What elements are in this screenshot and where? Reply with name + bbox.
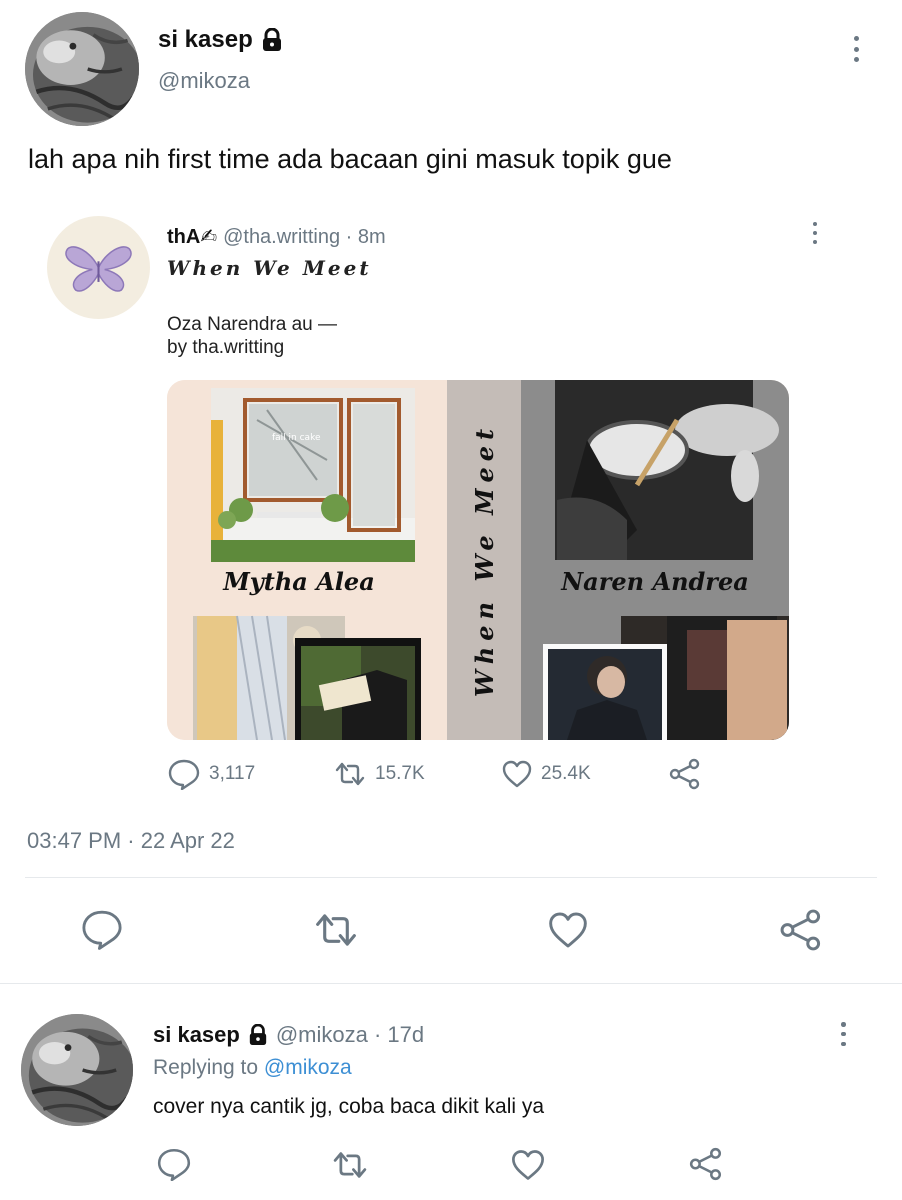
divider	[25, 877, 877, 878]
retweet-icon	[333, 1152, 367, 1178]
reply-handle-time: @mikoza · 17d	[275, 1022, 425, 1047]
reply-retweet-button[interactable]	[330, 1149, 370, 1186]
comment-icon	[82, 910, 122, 950]
tweet-timestamp[interactable]: 03:47 PM · 22 Apr 22	[27, 828, 235, 854]
comment-icon	[168, 759, 200, 790]
heart-icon	[512, 1150, 544, 1180]
retweet-icon	[316, 914, 356, 946]
tweet-text: lah apa nih first time ada bacaan gini m…	[28, 144, 672, 174]
comment-icon	[157, 1148, 191, 1182]
quoted-body-line1: Oza Narendra au —	[167, 314, 338, 335]
share-icon	[689, 1147, 722, 1181]
quoted-subtitle: When We Meet	[167, 256, 372, 280]
reply-button[interactable]	[80, 908, 124, 955]
share-icon	[669, 758, 700, 790]
quoted-display-name[interactable]: thA✍	[167, 224, 217, 249]
heart-icon	[502, 760, 532, 788]
quoted-share-stat[interactable]	[668, 758, 702, 795]
right-name-label: Naren Andrea	[560, 567, 749, 596]
media-collage: fall in cake Mytha Alea When We Meet Nar…	[167, 380, 789, 740]
user-handle[interactable]: @mikoza	[158, 68, 250, 94]
quoted-meta: @tha.writting · 8m	[223, 226, 386, 248]
media-image[interactable]: fall in cake Mytha Alea When We Meet Nar…	[167, 380, 789, 740]
shop-sign: fall in cake	[272, 433, 321, 443]
quoted-reply-stat[interactable]: 3,117	[167, 758, 255, 790]
divider	[0, 983, 902, 984]
butterfly-icon	[65, 246, 132, 292]
lock-icon	[249, 1024, 267, 1045]
reply-avatar[interactable]	[21, 1014, 133, 1126]
reply-display-name[interactable]: si kasep	[153, 1022, 240, 1048]
display-name[interactable]: si kasep	[158, 26, 253, 54]
heart-icon	[549, 912, 587, 948]
reply-like-button[interactable]	[510, 1148, 546, 1187]
left-name-label: Mytha Alea	[222, 567, 375, 596]
lock-icon	[262, 28, 281, 51]
quoted-more-icon[interactable]	[811, 222, 818, 244]
reply-more-icon[interactable]	[840, 1022, 847, 1046]
replying-to-link[interactable]: @mikoza	[264, 1056, 352, 1079]
retweet-button[interactable]	[312, 910, 360, 955]
quoted-reply-count: 3,117	[209, 763, 256, 784]
reply-text: cover nya cantik jg, coba baca dikit kal…	[153, 1095, 545, 1118]
quoted-avatar[interactable]	[47, 216, 150, 319]
quoted-retweet-count: 15.7K	[375, 763, 425, 784]
cat-photo	[25, 12, 139, 126]
like-button[interactable]	[546, 910, 590, 955]
share-icon	[780, 909, 821, 951]
quoted-like-count: 25.4K	[541, 763, 591, 784]
cat-photo	[21, 1014, 133, 1126]
center-title-label: When We Meet	[470, 423, 499, 697]
reply-share-button[interactable]	[688, 1146, 724, 1187]
more-icon[interactable]	[852, 36, 860, 62]
avatar[interactable]	[25, 12, 139, 126]
reply-reply-button[interactable]	[156, 1147, 192, 1186]
quoted-like-stat[interactable]: 25.4K	[501, 759, 591, 789]
retweet-icon	[335, 762, 365, 786]
share-button[interactable]	[778, 908, 824, 957]
quoted-body-line2: by tha.writting	[167, 337, 285, 358]
quoted-retweet-stat[interactable]: 15.7K	[333, 760, 425, 788]
replying-prefix: Replying to	[153, 1056, 259, 1079]
